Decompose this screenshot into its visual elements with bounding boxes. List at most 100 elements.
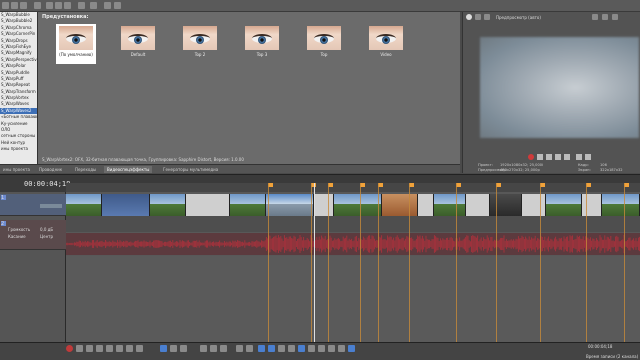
preview-quality-select[interactable]: Предпросмотр (авто) bbox=[496, 15, 541, 20]
copy-snapshot-icon[interactable] bbox=[612, 14, 618, 20]
snap-icon[interactable] bbox=[258, 345, 265, 352]
copy-icon[interactable] bbox=[55, 2, 62, 9]
video-clip[interactable] bbox=[490, 194, 522, 216]
normal-edit-tool-icon[interactable] bbox=[160, 345, 167, 352]
preset-thumbnail[interactable]: Top bbox=[304, 24, 344, 64]
video-clip[interactable] bbox=[434, 194, 466, 216]
marker-line bbox=[328, 183, 329, 342]
fx-list-item[interactable]: S_WarpBubble2 bbox=[0, 18, 37, 24]
video-clip[interactable] bbox=[66, 194, 102, 216]
play-icon[interactable] bbox=[546, 154, 552, 160]
ext-monitor-icon[interactable] bbox=[475, 14, 481, 20]
auto-ripple-icon[interactable] bbox=[268, 345, 275, 352]
event-fx-icon[interactable] bbox=[298, 345, 305, 352]
stop-icon[interactable] bbox=[116, 345, 123, 352]
record-icon[interactable] bbox=[528, 154, 534, 160]
preset-caption: Top 2 bbox=[194, 52, 206, 57]
pan-crop-icon[interactable] bbox=[308, 345, 315, 352]
prev-frame-icon[interactable] bbox=[576, 154, 582, 160]
video-clip[interactable] bbox=[102, 194, 150, 216]
group-icon[interactable] bbox=[288, 345, 295, 352]
video-clip[interactable] bbox=[266, 194, 314, 216]
loop-icon[interactable] bbox=[76, 345, 83, 352]
playhead-cursor[interactable] bbox=[314, 183, 315, 342]
marker-line bbox=[496, 183, 497, 342]
undo-icon[interactable] bbox=[78, 2, 85, 9]
tab-2[interactable]: Переходы bbox=[72, 166, 99, 173]
open-icon[interactable] bbox=[11, 2, 18, 9]
selection-tool-icon[interactable] bbox=[180, 345, 187, 352]
video-clip[interactable] bbox=[382, 194, 418, 216]
fx-list-item[interactable]: S_WarpCornerPin bbox=[0, 31, 37, 37]
lock-icon[interactable] bbox=[236, 345, 243, 352]
tab-3[interactable]: Видеоспецэффекты bbox=[104, 166, 153, 173]
split-screen-icon[interactable] bbox=[484, 14, 490, 20]
crossfade-icon[interactable] bbox=[278, 345, 285, 352]
save-icon[interactable] bbox=[20, 2, 27, 9]
preset-caption: (По умолчанию) bbox=[59, 52, 93, 57]
paste-icon[interactable] bbox=[64, 2, 71, 9]
fx-category-item[interactable]: «Ботные плавающие bbox=[0, 114, 37, 120]
video-clip[interactable] bbox=[546, 194, 582, 216]
preset-thumbnail[interactable]: (По умолчанию) bbox=[56, 24, 96, 64]
video-track-header[interactable]: 1 bbox=[0, 194, 66, 216]
new-project-icon[interactable] bbox=[2, 2, 9, 9]
fx-category-item[interactable]: ины проекта bbox=[0, 146, 37, 152]
fx-category-item[interactable]: сетные стороны bbox=[0, 133, 37, 139]
pause-icon[interactable] bbox=[106, 345, 113, 352]
play-from-start-icon[interactable] bbox=[86, 345, 93, 352]
fx-list-item[interactable]: S_WarpMagnify bbox=[0, 50, 37, 56]
video-track[interactable] bbox=[66, 194, 640, 216]
play-icon[interactable] bbox=[96, 345, 103, 352]
envelope-tool-icon[interactable] bbox=[170, 345, 177, 352]
pointer-icon[interactable] bbox=[104, 2, 111, 9]
timeline-ruler[interactable] bbox=[66, 183, 640, 192]
loop-icon[interactable] bbox=[537, 154, 543, 160]
help-icon[interactable] bbox=[114, 2, 121, 9]
video-clip[interactable] bbox=[230, 194, 266, 216]
delete-icon[interactable] bbox=[200, 345, 207, 352]
preset-thumbnail[interactable]: Top 2 bbox=[180, 24, 220, 64]
tab-0[interactable]: ины проекта bbox=[0, 166, 33, 173]
go-to-start-icon[interactable] bbox=[126, 345, 133, 352]
video-clip[interactable] bbox=[522, 194, 546, 216]
audio-waveform bbox=[66, 235, 640, 253]
video-clip[interactable] bbox=[186, 194, 230, 216]
video-clip[interactable] bbox=[418, 194, 434, 216]
preset-thumbnail[interactable]: Video bbox=[366, 24, 406, 64]
display-value: 322x187x32 bbox=[600, 168, 623, 172]
trim-icon[interactable] bbox=[210, 345, 217, 352]
pause-icon[interactable] bbox=[555, 154, 561, 160]
marker-line bbox=[360, 183, 361, 342]
next-frame-icon[interactable] bbox=[585, 154, 591, 160]
overlays-icon[interactable] bbox=[592, 14, 598, 20]
tab-1[interactable]: Проводник bbox=[36, 166, 65, 173]
settings-icon[interactable] bbox=[466, 14, 472, 20]
video-clip[interactable] bbox=[466, 194, 490, 216]
go-to-end-icon[interactable] bbox=[136, 345, 143, 352]
cut-icon[interactable] bbox=[46, 2, 53, 9]
record-icon[interactable] bbox=[66, 345, 73, 352]
mute-icon[interactable] bbox=[338, 345, 345, 352]
lock-event-icon[interactable] bbox=[348, 345, 355, 352]
trim-start-icon[interactable] bbox=[318, 345, 325, 352]
video-clip[interactable] bbox=[582, 194, 602, 216]
video-level-slider[interactable] bbox=[40, 204, 62, 208]
stop-icon[interactable] bbox=[564, 154, 570, 160]
redo-icon[interactable] bbox=[90, 2, 97, 9]
preset-thumbnail[interactable]: Top 3 bbox=[242, 24, 282, 64]
preset-thumbnail[interactable]: Default bbox=[118, 24, 158, 64]
snapshot-icon[interactable] bbox=[602, 14, 608, 20]
split-icon[interactable] bbox=[220, 345, 227, 352]
trim-end-icon[interactable] bbox=[328, 345, 335, 352]
audio-track-header[interactable]: 2 Громкость 0,0 дБ Касание Центр bbox=[0, 220, 66, 250]
video-clip[interactable] bbox=[150, 194, 186, 216]
marker-line bbox=[409, 183, 410, 342]
video-clip[interactable] bbox=[602, 194, 640, 216]
video-clip[interactable] bbox=[314, 194, 334, 216]
tab-4[interactable]: Генераторы мультимедиа bbox=[160, 166, 221, 173]
marker-icon[interactable] bbox=[246, 345, 253, 352]
video-clip[interactable] bbox=[334, 194, 382, 216]
marker-line bbox=[456, 183, 457, 342]
properties-icon[interactable] bbox=[34, 2, 41, 9]
